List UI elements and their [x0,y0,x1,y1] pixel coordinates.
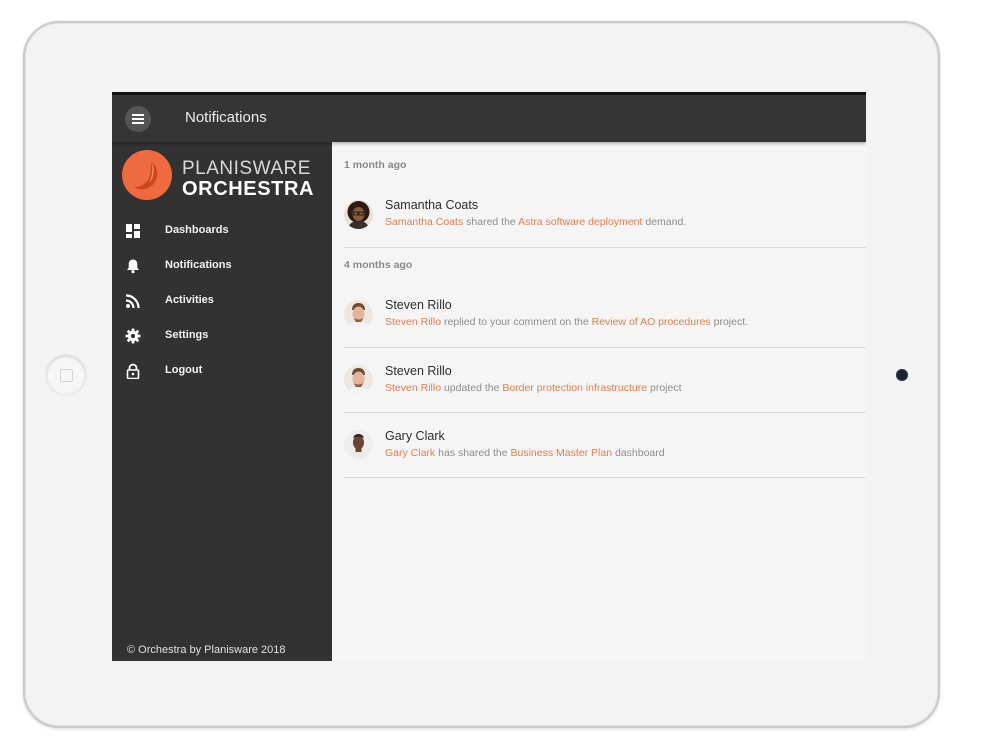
camera-icon [896,369,908,381]
sidebar-item-label: Logout [165,364,203,376]
object-link[interactable]: Business Master Plan [511,447,613,459]
notification-text: Steven Rillo updated the Border protecti… [385,382,682,394]
object-link[interactable]: Astra software deployment [518,216,642,228]
sidebar: PLANISWARE ORCHESTRA Dashboards Notifica… [112,142,332,661]
notification-verb: shared the [466,216,516,228]
app-screen: Notifications PLANISWARE ORCHESTRA Dashb… [112,92,866,661]
sidebar-item-dashboards[interactable]: Dashboards [112,217,332,245]
actor-link[interactable]: Steven Rillo [385,382,441,394]
sidebar-item-label: Settings [165,329,209,341]
notification-verb: replied to your comment on the [443,316,589,328]
notifications-list: 1 month ago Samantha Coats Samantha Coat… [332,142,866,661]
object-link[interactable]: Review of AO procedures [592,316,711,328]
sidebar-item-activities[interactable]: Activities [112,287,332,315]
notification-author: Samantha Coats [385,198,479,212]
actor-link[interactable]: Gary Clark [385,447,435,459]
notification-verb: updated the [443,382,500,394]
avatar [344,430,373,459]
bell-icon [127,259,139,274]
orchestra-logo-icon [122,150,172,200]
notification-author: Steven Rillo [385,298,452,312]
list-item[interactable]: Samantha Coats Samantha Coats shared the… [344,190,866,248]
notification-suffix: project [650,382,682,394]
actor-link[interactable]: Steven Rillo [385,316,441,328]
notification-author: Steven Rillo [385,364,452,378]
sidebar-item-label: Notifications [165,259,232,271]
dashboard-icon [126,224,140,238]
group-label: 4 months ago [344,259,413,271]
list-item[interactable]: Gary Clark Gary Clark has shared the Bus… [344,413,866,478]
notification-text: Samantha Coats shared the Astra software… [385,216,686,228]
footer-copyright: © Orchestra by Planisware 2018 [127,644,286,656]
actor-link[interactable]: Samantha Coats [385,216,463,228]
page-title: Notifications [185,109,267,126]
notification-text: Gary Clark has shared the Business Maste… [385,447,665,459]
notification-suffix: project. [713,316,749,328]
avatar [344,365,373,394]
sidebar-item-logout[interactable]: Logout [112,357,332,385]
hamburger-menu-button[interactable] [125,106,151,132]
list-item[interactable]: Steven Rillo Steven Rillo replied to you… [344,290,866,348]
brand-line1: PLANISWARE [182,158,311,179]
notification-suffix: demand. [645,216,687,228]
notification-text: Steven Rillo replied to your comment on … [385,316,748,328]
top-bar: Notifications [112,92,866,142]
notification-verb: has shared the [438,447,508,459]
sidebar-item-label: Dashboards [165,224,229,236]
brand-line2: ORCHESTRA [182,178,315,200]
rss-icon [125,294,140,309]
home-button[interactable] [46,355,86,395]
lock-icon [126,363,140,379]
sidebar-item-settings[interactable]: Settings [112,322,332,350]
list-item[interactable]: Steven Rillo Steven Rillo updated the Bo… [344,348,866,413]
object-link[interactable]: Border protection infrastructure [502,382,647,394]
avatar [344,200,373,229]
brand-logo[interactable]: PLANISWARE ORCHESTRA [121,147,326,202]
notification-suffix: dashboard [614,447,665,459]
gear-icon [125,328,141,344]
sidebar-item-notifications[interactable]: Notifications [112,252,332,280]
home-square-icon [60,369,73,382]
notification-author: Gary Clark [385,429,445,443]
sidebar-item-label: Activities [165,294,214,306]
group-label: 1 month ago [344,159,407,171]
avatar [344,300,373,329]
